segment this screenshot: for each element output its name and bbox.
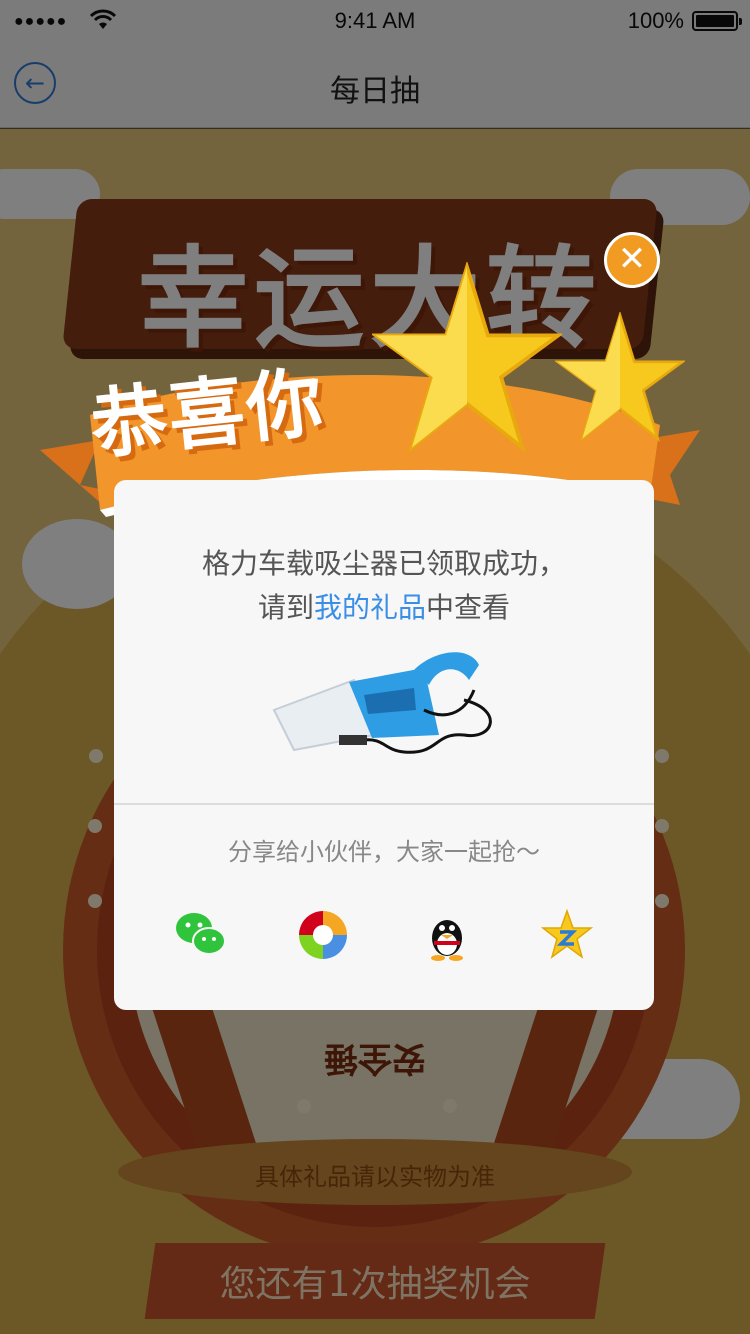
prize-modal: 格力车载吸尘器已领取成功， 请到我的礼品中查看 分享给小伙伴，大家一起抢～ (114, 480, 654, 1010)
prize-message-line1: 格力车载吸尘器已领取成功， (201, 547, 566, 580)
qq-icon[interactable] (420, 908, 474, 962)
moments-icon[interactable] (296, 908, 350, 962)
close-button[interactable]: ✕ (604, 232, 660, 288)
divider (114, 803, 654, 805)
prize-message: 格力车载吸尘器已领取成功， 请到我的礼品中查看 (114, 542, 654, 630)
message-prefix: 请到 (257, 591, 314, 624)
message-suffix: 中查看 (426, 591, 511, 624)
my-gifts-link[interactable]: 我的礼品 (314, 591, 426, 624)
star-icon (372, 262, 562, 453)
car-vacuum-image (272, 652, 492, 754)
share-prompt: 分享给小伙伴，大家一起抢～ (228, 838, 540, 866)
qzone-icon[interactable] (540, 908, 594, 962)
wechat-icon[interactable] (174, 908, 228, 962)
star-icon (555, 312, 685, 443)
prize-message-line2: 请到我的礼品中查看 (114, 586, 654, 630)
